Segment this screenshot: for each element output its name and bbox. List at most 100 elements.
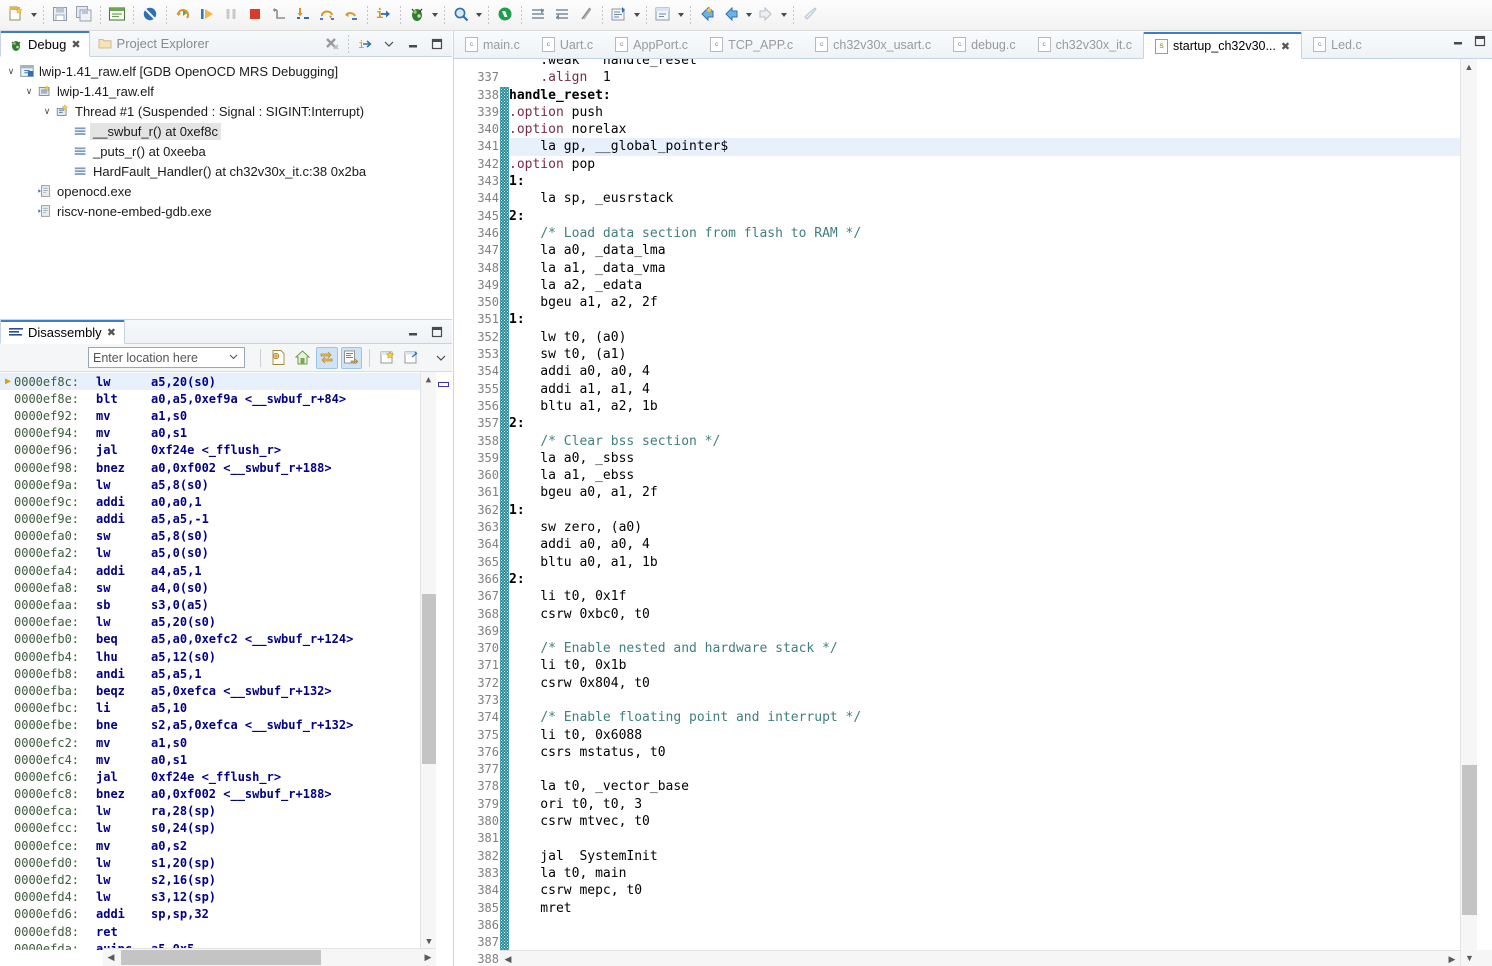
disassembly-row[interactable]: 0000ef9c: addi a0,a0,1 [0,493,452,510]
debug-tree-item[interactable]: ∨ Thread #1 (Suspended : Signal : SIGINT:… [4,101,452,121]
editor-tab-ch32v30x-it-c[interactable]: c ch32v30x_it.c [1027,31,1143,58]
forward-button[interactable] [719,3,743,27]
new-window-dropdown[interactable] [631,3,642,27]
code-line[interactable]: .option norelax [509,121,1492,138]
code-line[interactable] [509,761,1492,778]
code-line[interactable]: sw zero, (a0) [509,519,1492,536]
code-line[interactable]: 1: [509,173,1492,190]
editor-tab-startup-ch32v30-[interactable]: Sstartup_ch32v30... ✖ [1143,32,1303,59]
code-line[interactable]: csrs mstatus, t0 [509,744,1492,761]
remove-all-terminated-icon[interactable] [321,33,343,55]
disassembly-row[interactable]: 0000efce: mv a0,s2 [0,837,452,854]
suspend-button[interactable] [219,3,243,27]
new-window-button[interactable] [607,3,631,27]
code-line[interactable] [509,917,1492,934]
disassembly-row[interactable]: 0000ef8e: blt a0,a5,0xef9a <__swbuf_r+84> [0,390,452,407]
console-button[interactable] [105,3,129,27]
code-line[interactable] [509,692,1492,709]
debug-launch-dropdown[interactable] [429,3,440,27]
minimize-icon[interactable] [402,33,424,55]
code-line[interactable] [509,623,1492,640]
debug-stack-tree[interactable]: ∨ lwip-1.41_raw.elf [GDB OpenOCD MRS Debu… [0,57,452,316]
code-line[interactable]: la a0, _data_lma [509,242,1492,259]
disassembly-row[interactable]: 0000efa0: sw a5,8(s0) [0,528,452,545]
disassembly-row[interactable]: 0000efd2: lw s2,16(sp) [0,871,452,888]
skip-breakpoints-button[interactable] [138,3,162,27]
tab-debug[interactable]: Debug ✖ [0,31,90,57]
disassembly-row[interactable]: 0000efcc: lw s0,24(sp) [0,820,452,837]
new-file-button[interactable] [4,3,28,27]
new-editor-button[interactable] [651,3,675,27]
code-line[interactable]: la a2, _edata [509,277,1492,294]
disassembly-row[interactable]: 0000efba: beqz a5,0xefca <__swbuf_r+132> [0,682,452,699]
disassembly-row[interactable]: 0000efa4: addi a4,a5,1 [0,562,452,579]
scrollbar-thumb[interactable] [1462,765,1477,915]
code-line[interactable]: .option push [509,104,1492,121]
search-dropdown[interactable] [473,3,484,27]
disassembly-row[interactable]: 0000efd8: ret [0,923,452,940]
editor-tab-uart-c[interactable]: c Uart.c [531,31,604,58]
disassembly-row[interactable]: 0000efb0: beq a5,a0,0xefc2 <__swbuf_r+124> [0,631,452,648]
code-line[interactable]: addi a1, a1, 4 [509,381,1492,398]
editor-tab-appport-c[interactable]: c AppPort.c [604,31,699,58]
disassembly-vertical-scrollbar[interactable]: ▲ ▼ [420,372,436,950]
disassembly-row[interactable]: 0000efc8: bnez a0,0xf002 <__swbuf_r+188> [0,786,452,803]
code-line[interactable]: jal SystemInit [509,848,1492,865]
tab-disassembly[interactable]: Disassembly ✖ [0,320,125,344]
code-line[interactable]: bltu a0, a1, 1b [509,554,1492,571]
disassembly-row[interactable]: 0000efbe: bne s2,a5,0xefca <__swbuf_r+132> [0,717,452,734]
disassembly-row[interactable]: 0000efbc: li a5,10 [0,700,452,717]
debug-tree-item[interactable]: _puts_r() at 0xeeba [4,141,452,161]
code-line[interactable]: li t0, 0x1f [509,588,1492,605]
code-line[interactable]: 2: [509,415,1492,432]
disassembly-row[interactable]: 0000ef9e: addi a5,a5,-1 [0,511,452,528]
code-line[interactable]: la a1, _data_vma [509,260,1492,277]
instruction-stepping-icon[interactable]: i [354,33,376,55]
chevron-down-icon[interactable]: ∨ [22,86,36,97]
close-icon[interactable]: ✖ [1281,40,1290,53]
scroll-up-icon[interactable]: ▲ [1461,59,1477,75]
previous-annotation-button[interactable] [550,3,574,27]
editor-vertical-scrollbar[interactable]: ▲ ▼ [1460,59,1477,966]
new-view-icon[interactable] [377,347,398,369]
code-line[interactable]: .option pop [509,156,1492,173]
close-icon[interactable]: ✖ [107,326,116,339]
code-line[interactable]: sw t0, (a1) [509,346,1492,363]
code-line[interactable]: addi a0, a0, 4 [509,363,1492,380]
next-dropdown[interactable] [778,3,789,27]
tab-project-explorer[interactable]: Project Explorer [90,30,218,56]
back-button[interactable] [695,3,719,27]
disassembly-row[interactable]: 0000efa2: lw a5,0(s0) [0,545,452,562]
chevron-down-icon[interactable]: ∨ [40,106,54,117]
step-into-button[interactable] [291,3,315,27]
minimize-icon[interactable] [1451,34,1465,51]
editor-body[interactable]: 3363373383393403413423433443453463473483… [454,59,1492,966]
chevron-down-icon[interactable] [431,347,452,369]
disassembly-row[interactable]: 0000efc6: jal 0xf24e <_fflush_r> [0,768,452,785]
code-line[interactable]: csrw mtvec, t0 [509,813,1492,830]
disassembly-row[interactable]: 0000efd4: lw s3,12(sp) [0,889,452,906]
code-line[interactable]: bgeu a1, a2, 2f [509,294,1492,311]
code-line[interactable]: lw t0, (a0) [509,329,1492,346]
last-edit-location-button[interactable] [574,3,598,27]
code-line[interactable]: li t0, 0x6088 [509,727,1492,744]
code-line[interactable]: /* Load data section from flash to RAM *… [509,225,1492,242]
code-line[interactable]: bltu a1, a2, 1b [509,398,1492,415]
disassembly-row[interactable]: 0000efd6: addi sp,sp,32 [0,906,452,923]
instruction-stepping-button[interactable]: i [372,3,396,27]
disassembly-row[interactable]: 0000ef94: mv a0,s1 [0,425,452,442]
scroll-down-icon[interactable]: ▼ [1461,950,1478,966]
resume-button[interactable] [195,3,219,27]
disassembly-row[interactable]: 0000efa8: sw a4,0(s0) [0,579,452,596]
new-editor-dropdown[interactable] [675,3,686,27]
code-line[interactable]: la t0, _vector_base [509,778,1492,795]
show-source-icon[interactable] [268,347,289,369]
scroll-left-icon[interactable]: ◀ [103,949,119,965]
close-icon[interactable]: ✖ [71,38,80,51]
scroll-up-icon[interactable]: ▲ [421,372,436,388]
code-line[interactable]: .weak handle_reset [509,59,1492,69]
code-line[interactable]: csrw mepc, t0 [509,882,1492,899]
code-line[interactable]: bgeu a0, a1, 2f [509,484,1492,501]
disassembly-row[interactable]: 0000ef96: jal 0xf24e <_fflush_r> [0,442,452,459]
disassembly-row[interactable]: 0000efb4: lhu a5,12(s0) [0,648,452,665]
